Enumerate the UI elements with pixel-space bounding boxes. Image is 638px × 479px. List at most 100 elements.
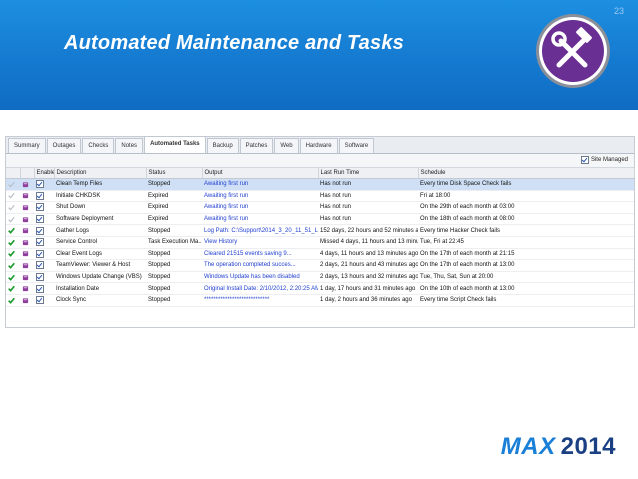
task-description: Software Deployment — [54, 213, 146, 226]
tab-backup[interactable]: Backup — [206, 138, 239, 153]
table-row[interactable]: TeamViewer: Viewer & Host Stopped The oper… — [6, 259, 634, 272]
task-last-run: Missed 4 days, 11 hours and 13 minut... — [318, 236, 418, 249]
site-managed-toggle[interactable]: Site Managed — [580, 156, 628, 164]
task-output[interactable]: Awaiting first run — [202, 190, 318, 203]
enabled-checkbox[interactable] — [36, 261, 44, 270]
task-last-run: Has not run — [318, 201, 418, 214]
row-enabled[interactable] — [34, 201, 54, 214]
enabled-checkbox[interactable] — [36, 273, 44, 282]
row-enabled[interactable] — [34, 190, 54, 203]
pending-check-icon — [8, 204, 15, 211]
tab-notes[interactable]: Notes — [115, 138, 144, 153]
tab-automated-tasks[interactable]: Automated Tasks — [144, 136, 206, 153]
row-state — [6, 213, 20, 226]
site-managed-checkbox[interactable] — [580, 156, 589, 164]
task-output[interactable]: Awaiting first run — [202, 213, 318, 226]
column-header-output[interactable]: Output — [202, 168, 319, 179]
column-header-enabled[interactable]: Enabled — [34, 168, 55, 179]
row-type — [20, 294, 34, 307]
enabled-checkbox[interactable] — [36, 238, 44, 247]
tab-patches[interactable]: Patches — [239, 138, 274, 153]
script-task-icon — [22, 216, 29, 222]
table-row[interactable]: Windows Update Change (VBS) Stopped Window… — [6, 271, 634, 284]
script-task-icon — [22, 298, 29, 303]
task-output[interactable]: View History — [202, 236, 318, 249]
enabled-checkbox[interactable] — [36, 226, 44, 235]
task-status: Expired — [146, 190, 202, 203]
task-schedule: Tue, Thu, Sat, Sun at 20:00 — [418, 271, 634, 284]
row-enabled[interactable] — [34, 178, 54, 191]
task-output[interactable]: Awaiting first run — [202, 201, 318, 214]
row-enabled[interactable] — [34, 213, 54, 226]
task-output[interactable]: Cleared 21515 events saving 9... — [202, 248, 318, 261]
logo-max: MAX — [500, 433, 556, 460]
row-enabled[interactable] — [34, 224, 54, 237]
pending-check-icon — [8, 193, 15, 199]
table-row[interactable]: Shut Down Expired Awaiting first run Has no… — [6, 201, 634, 214]
tab-software[interactable]: Software — [338, 138, 375, 153]
task-status: Expired — [146, 201, 202, 214]
task-last-run: 4 days, 11 hours and 13 minutes ago — [318, 248, 418, 261]
task-description: Windows Update Change (VBS) — [54, 271, 146, 284]
task-description: Shut Down — [54, 201, 146, 214]
task-last-run: 1 day, 17 hours and 31 minutes ago — [318, 282, 418, 295]
row-type — [20, 282, 34, 295]
column-header-state — [6, 168, 21, 179]
task-status: Stopped — [146, 282, 202, 295]
row-state — [6, 178, 20, 191]
tab-checks[interactable]: Checks — [82, 138, 115, 153]
row-type — [20, 236, 34, 249]
task-status: Stopped — [146, 271, 202, 284]
tab-hardware[interactable]: Hardware — [299, 138, 338, 153]
row-enabled[interactable] — [34, 271, 54, 284]
enabled-checkbox[interactable] — [36, 191, 44, 200]
row-enabled[interactable] — [34, 282, 54, 295]
column-header-status[interactable]: Status — [146, 168, 203, 179]
success-check-icon — [8, 262, 15, 269]
table-row[interactable]: Installation Date Stopped Original Install… — [6, 282, 634, 295]
row-enabled[interactable] — [34, 294, 54, 307]
column-header-last-run-time[interactable]: Last Run Time — [318, 168, 419, 179]
table-row[interactable]: Clock Sync Stopped ***********************… — [6, 294, 634, 307]
table-row[interactable]: Gather Logs Stopped Log Path: C:\Support\2… — [6, 224, 634, 237]
enabled-checkbox[interactable] — [36, 203, 44, 212]
enabled-checkbox[interactable] — [36, 284, 44, 293]
task-output[interactable]: **************************** — [202, 294, 318, 307]
row-state — [6, 259, 20, 272]
task-schedule: On the 10th of each month at 13:00 — [418, 282, 634, 295]
tab-summary[interactable]: Summary — [8, 138, 46, 153]
task-output[interactable]: Original Install Date: 2/10/2012, 2:20:2… — [202, 282, 318, 295]
task-schedule: Every time Disk Space Check fails — [418, 178, 634, 191]
task-output[interactable]: The operation completed succes... — [202, 259, 318, 272]
column-header-schedule[interactable]: Schedule — [418, 168, 635, 179]
row-state — [6, 248, 20, 261]
task-last-run: Has not run — [318, 190, 418, 203]
task-description: Initiate CHKDSK — [54, 190, 146, 203]
tab-web[interactable]: Web — [274, 138, 299, 153]
table-row[interactable]: Software Deployment Expired Awaiting first… — [6, 213, 634, 226]
row-type — [20, 190, 34, 203]
row-enabled[interactable] — [34, 248, 54, 261]
max-2014-logo: MAX 2014 — [501, 433, 616, 461]
row-enabled[interactable] — [34, 259, 54, 272]
enabled-checkbox[interactable] — [36, 215, 44, 224]
enabled-checkbox[interactable] — [36, 249, 44, 258]
table-row[interactable]: Clear Event Logs Stopped Cleared 21515 eve… — [6, 248, 634, 261]
table-row[interactable]: Service Control Task Execution Ma... View … — [6, 236, 634, 249]
success-check-icon — [8, 285, 15, 292]
row-state — [6, 190, 20, 203]
enabled-checkbox[interactable] — [36, 296, 44, 305]
column-header-description[interactable]: Description — [54, 168, 147, 179]
task-output[interactable]: Awaiting first run — [202, 178, 318, 191]
table-row[interactable]: Clean Temp Files Stopped Awaiting first ru… — [6, 178, 634, 191]
task-description: Clock Sync — [54, 294, 146, 307]
row-state — [6, 294, 20, 307]
tab-outages[interactable]: Outages — [46, 138, 82, 153]
row-enabled[interactable] — [34, 236, 54, 249]
task-output[interactable]: Log Path: C:\Support\2014_3_20_11_51_Log… — [202, 224, 318, 237]
success-check-icon — [8, 251, 15, 258]
enabled-checkbox[interactable] — [36, 180, 44, 189]
row-type — [20, 224, 34, 237]
table-row[interactable]: Initiate CHKDSK Expired Awaiting first run… — [6, 190, 634, 203]
task-output[interactable]: Windows Update has been disabled — [202, 271, 318, 284]
